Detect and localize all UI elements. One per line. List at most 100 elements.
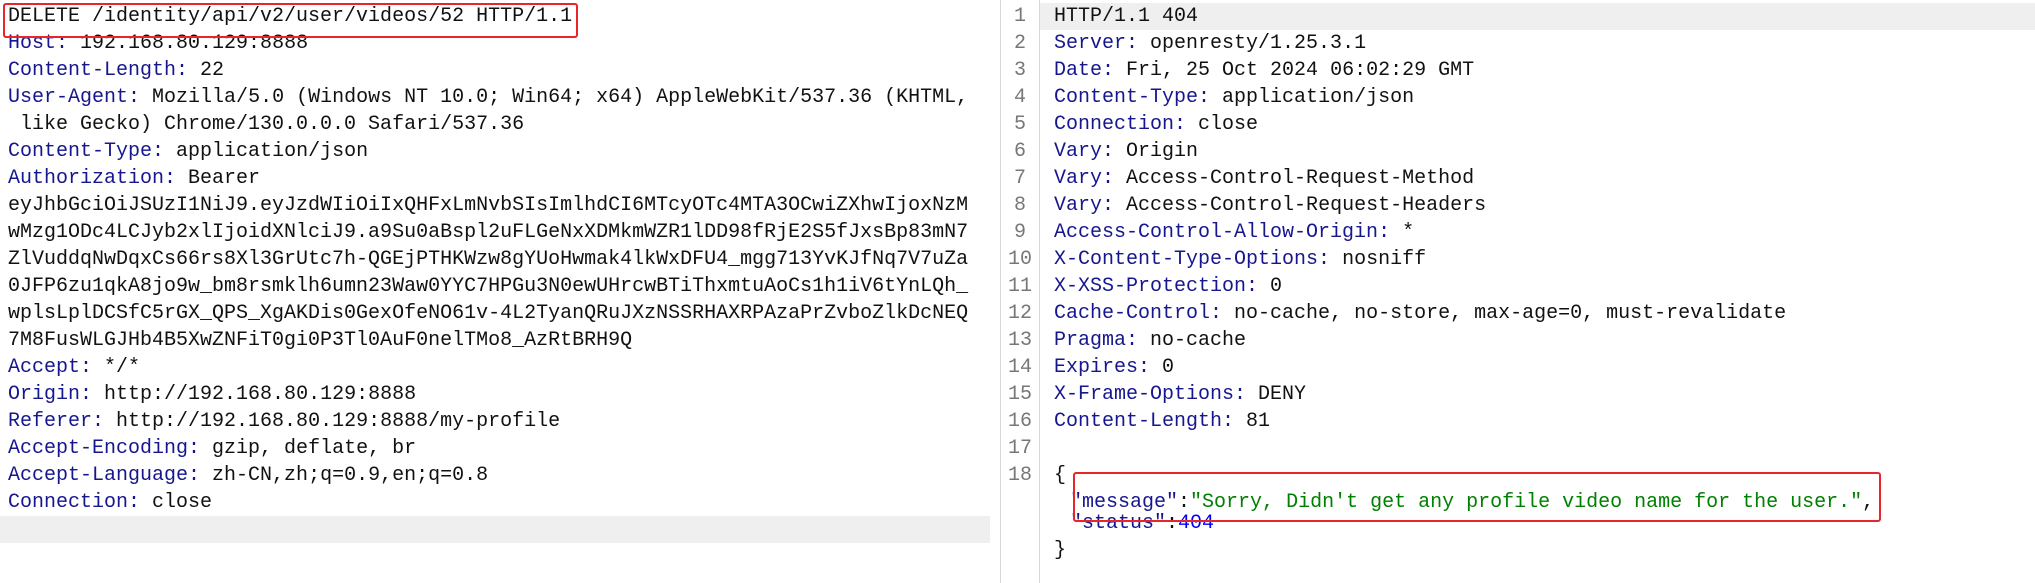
response-header: X-Content-Type-Options: nosniff bbox=[1040, 246, 2035, 273]
line-number: 5 bbox=[1013, 113, 1026, 136]
header-value: DENY bbox=[1258, 383, 1307, 406]
header-separator: : bbox=[1210, 302, 1235, 325]
header-key: Authorization bbox=[8, 167, 165, 190]
header-value: Mozilla/5.0 (Windows NT 10.0; Win64; x64… bbox=[152, 86, 969, 109]
header-key: Vary bbox=[1054, 194, 1103, 217]
request-header: Content-Type: application/json bbox=[0, 138, 990, 165]
request-header: Content-Length: 22 bbox=[0, 57, 990, 84]
line-number: 11 bbox=[1007, 275, 1032, 298]
response-header: Expires: 0 bbox=[1040, 354, 2035, 381]
response-header: Cache-Control: no-cache, no-store, max-a… bbox=[1040, 300, 2035, 327]
header-separator: : bbox=[92, 410, 117, 433]
header-value: * bbox=[1402, 221, 1415, 244]
bearer-token-line: wMzg1ODc4LCJyb2xlIjoidXNlciJ9.a9Su0aBspl… bbox=[8, 221, 969, 244]
header-key: Referer bbox=[8, 410, 93, 433]
request-editor[interactable]: DELETE /identity/api/v2/user/videos/52 H… bbox=[0, 0, 990, 583]
header-value: Access-Control-Request-Method bbox=[1126, 167, 1475, 190]
header-separator: : bbox=[128, 86, 153, 109]
header-separator: : bbox=[1378, 221, 1403, 244]
header-separator: : bbox=[1246, 275, 1271, 298]
line-number: 9 bbox=[1013, 221, 1026, 244]
response-header: Connection: close bbox=[1040, 111, 2035, 138]
response-viewer[interactable]: 1 2 3 4 5 6 7 8 9 10 11 12 13 14 15 16 17 18 HTTP/1.1 404… bbox=[1000, 0, 2035, 583]
line-number: 1 bbox=[1013, 5, 1026, 28]
bearer-token-line: eyJhbGciOiJSUzI1NiJ9.eyJzdWIiOiIxQHFxLmN… bbox=[8, 194, 969, 217]
line-number: 16 bbox=[1007, 410, 1032, 433]
header-separator: : bbox=[1234, 383, 1259, 406]
header-separator: : bbox=[176, 59, 201, 82]
header-separator: : bbox=[188, 464, 213, 487]
line-number: 4 bbox=[1013, 86, 1026, 109]
json-colon: : bbox=[1166, 512, 1179, 535]
header-separator: : bbox=[56, 32, 81, 55]
header-separator: : bbox=[1102, 194, 1127, 217]
line-number: 15 bbox=[1007, 383, 1032, 406]
header-value: 81 bbox=[1246, 410, 1271, 433]
bearer-token-line: 0JFP6zu1qkA8jo9w_bm8rsmklh6umn23Waw0YYC7… bbox=[8, 275, 969, 298]
line-number: 8 bbox=[1013, 194, 1026, 217]
line-number: 12 bbox=[1007, 302, 1032, 325]
json-open-brace: { bbox=[1054, 464, 1067, 487]
header-key: Cache-Control bbox=[1054, 302, 1211, 325]
response-header: Content-Type: application/json bbox=[1040, 84, 2035, 111]
header-separator: : bbox=[1138, 356, 1163, 379]
header-value: 192.168.80.129:8888 bbox=[80, 32, 309, 55]
json-value-status: 404 bbox=[1178, 512, 1215, 535]
status-line: HTTP/1.1 404 bbox=[1040, 3, 2035, 30]
line-number-gutter: 1 2 3 4 5 6 7 8 9 10 11 12 13 14 15 16 17 18 bbox=[1001, 0, 1040, 583]
header-key: Origin bbox=[8, 383, 81, 406]
header-key: Date bbox=[1054, 59, 1103, 82]
line-number: 6 bbox=[1013, 140, 1026, 163]
line-number: 3 bbox=[1013, 59, 1026, 82]
header-value: no-cache bbox=[1150, 329, 1247, 352]
header-key: Accept-Encoding bbox=[8, 437, 189, 460]
header-value: Bearer bbox=[188, 167, 261, 190]
request-header: Host: 192.168.80.129:8888 bbox=[0, 30, 990, 57]
header-key: Connection bbox=[1054, 113, 1175, 136]
header-separator: : bbox=[188, 437, 213, 460]
header-key: X-XSS-Protection bbox=[1054, 275, 1247, 298]
header-separator: : bbox=[1174, 113, 1199, 136]
header-separator: : bbox=[1102, 59, 1127, 82]
header-key: Content-Length bbox=[1054, 410, 1223, 433]
empty-line bbox=[1040, 435, 2035, 462]
header-value: 0 bbox=[1270, 275, 1283, 298]
line-number: 17 bbox=[1007, 437, 1032, 460]
json-value-message: "Sorry, Didn't get any profile video nam… bbox=[1190, 491, 1863, 514]
line-number: 14 bbox=[1007, 356, 1032, 379]
header-value: Access-Control-Request-Headers bbox=[1126, 194, 1487, 217]
header-key: Expires bbox=[1054, 356, 1139, 379]
response-header: Vary: Origin bbox=[1040, 138, 2035, 165]
request-header: Accept: */* bbox=[0, 354, 990, 381]
header-separator: : bbox=[1126, 329, 1151, 352]
header-value: Origin bbox=[1126, 140, 1199, 163]
current-empty-line[interactable] bbox=[0, 516, 990, 543]
response-header: Access-Control-Allow-Origin: * bbox=[1040, 219, 2035, 246]
header-value: zh-CN,zh;q=0.9,en;q=0.8 bbox=[212, 464, 489, 487]
header-value: 0 bbox=[1162, 356, 1175, 379]
header-key: Content-Type bbox=[1054, 86, 1199, 109]
response-header: X-XSS-Protection: 0 bbox=[1040, 273, 2035, 300]
header-value: close bbox=[1198, 113, 1259, 136]
header-key: User-Agent bbox=[8, 86, 129, 109]
header-value: http://192.168.80.129:8888/my-profile bbox=[116, 410, 561, 433]
header-separator: : bbox=[1102, 167, 1127, 190]
response-header: Server: openresty/1.25.3.1 bbox=[1040, 30, 2035, 57]
header-key: Accept bbox=[8, 356, 81, 379]
request-header: Referer: http://192.168.80.129:8888/my-p… bbox=[0, 408, 990, 435]
header-separator: : bbox=[1102, 140, 1127, 163]
header-separator: : bbox=[80, 356, 105, 379]
bearer-token-line: ZlVuddqNwDqxCs66rs8Xl3GrUtc7h-QGEjPTHKWz… bbox=[8, 248, 969, 271]
json-key-status: "status" bbox=[1070, 512, 1167, 535]
response-header: Pragma: no-cache bbox=[1040, 327, 2035, 354]
request-header: Accept-Language: zh-CN,zh;q=0.9,en;q=0.8 bbox=[0, 462, 990, 489]
response-header: Content-Length: 81 bbox=[1040, 408, 2035, 435]
header-value: no-cache, no-store, max-age=0, must-reva… bbox=[1234, 302, 1787, 325]
header-separator: : bbox=[1222, 410, 1247, 433]
header-separator: : bbox=[164, 167, 189, 190]
header-key: Access-Control-Allow-Origin bbox=[1054, 221, 1379, 244]
header-key: X-Frame-Options bbox=[1054, 383, 1235, 406]
header-key: Pragma bbox=[1054, 329, 1127, 352]
line-number: 10 bbox=[1007, 248, 1032, 271]
header-value: gzip, deflate, br bbox=[212, 437, 417, 460]
